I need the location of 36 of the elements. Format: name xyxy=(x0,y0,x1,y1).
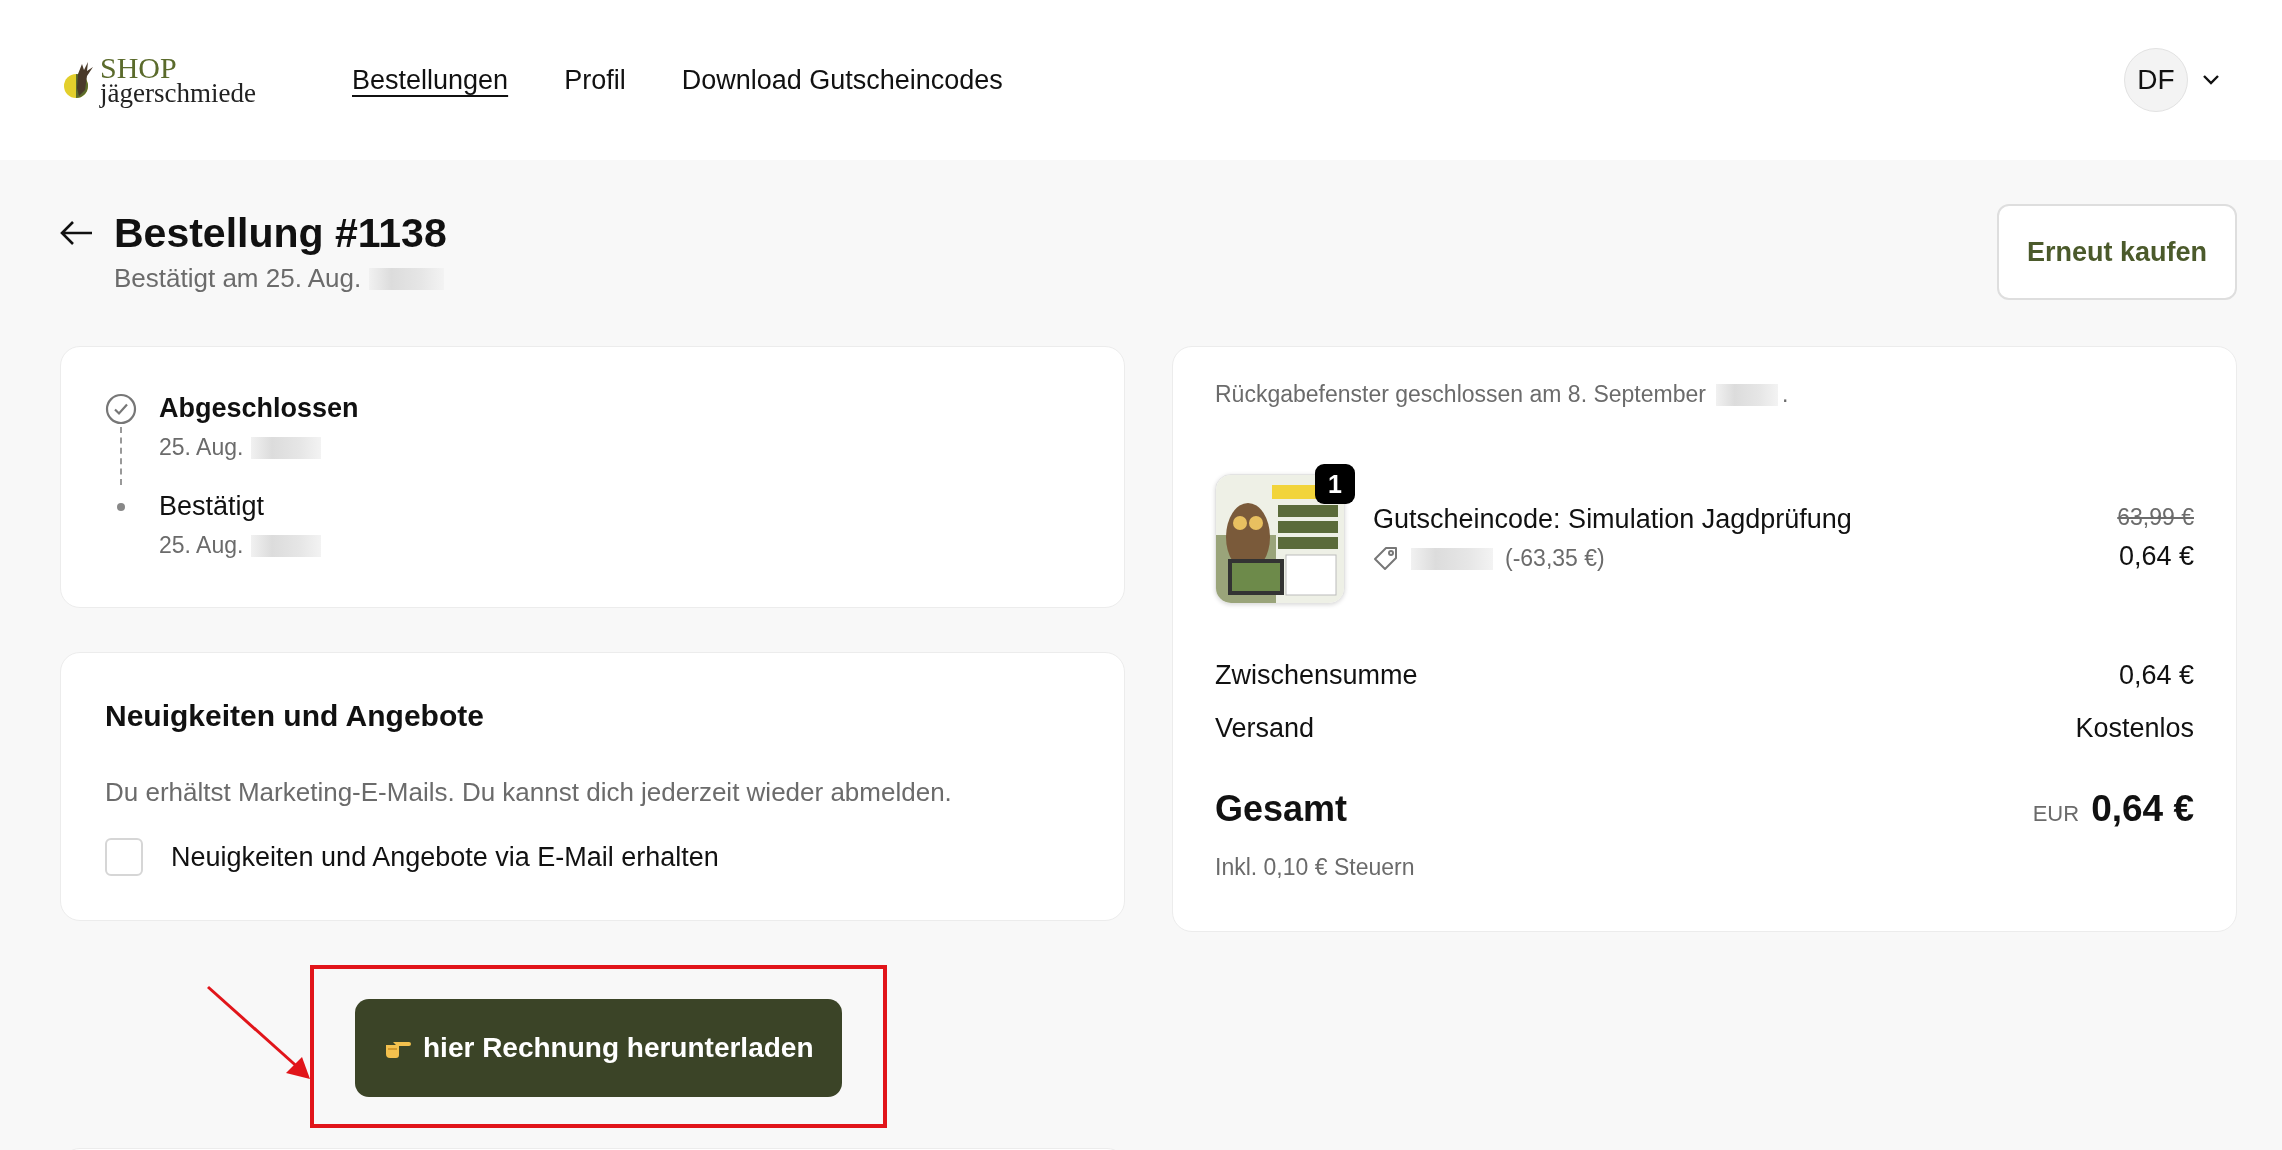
summary-label: Zwischensumme xyxy=(1215,660,1418,691)
status-label: Bestätigt xyxy=(159,491,266,522)
card-title: Neuigkeiten und Angebote xyxy=(105,699,485,733)
download-invoice-button[interactable]: hier Rechnung herunterladen xyxy=(355,999,842,1097)
nav-link[interactable]: Download Gutscheincodes xyxy=(681,64,1003,96)
checkbox-label: Neuigkeiten und Angebote via E-Mail erhalten xyxy=(171,841,719,873)
newsletter-description: Du erhältst Marketing-E-Mails. Du kannst dich jederzeit wieder abmelden. xyxy=(105,777,953,808)
total-value: 0,64 € xyxy=(2091,788,2194,830)
buy-again-button[interactable]: Erneut kaufen xyxy=(1996,204,2237,300)
status-label: Abgeschlossen xyxy=(159,393,360,424)
total-label: Gesamt xyxy=(1215,788,1348,830)
nav-link[interactable]: Profil xyxy=(564,64,626,96)
tax-note: Inkl. 0,10 € Steuern xyxy=(1215,854,1415,880)
summary-value: Kostenlos xyxy=(2075,713,2194,744)
back-arrow-icon[interactable] xyxy=(60,220,94,246)
status-date: 25. Aug. xyxy=(159,532,1080,559)
account-avatar[interactable]: DF xyxy=(2124,48,2188,112)
logo-text: jägerschmiede xyxy=(100,81,256,106)
logo-text: SHOP xyxy=(100,54,177,82)
discount-amount: (-63,35 €) xyxy=(1505,545,1605,572)
return-note: Rückgabefenster geschlossen am 8. September . xyxy=(1215,381,1789,408)
summary-label: Versand xyxy=(1215,713,1315,744)
order-subtitle: Bestätigt am 25. Aug. xyxy=(114,263,447,294)
chevron-down-icon[interactable] xyxy=(2202,74,2220,86)
checkbox[interactable] xyxy=(105,838,143,876)
nav-link[interactable]: Bestellungen xyxy=(352,64,509,96)
summary-value: 0,64 € xyxy=(2118,660,2194,691)
original-price: 63,99 € xyxy=(2117,504,2194,531)
product-price: 0,64 € xyxy=(2118,541,2194,572)
order-title: Bestellung #1138 xyxy=(114,210,447,257)
product-name: Gutscheincode: Simulation Jagdprüfung xyxy=(1373,504,1853,535)
deer-logo-icon xyxy=(62,60,96,100)
quantity-badge: 1 xyxy=(1315,464,1355,504)
status-date: 25. Aug. xyxy=(159,434,1080,461)
currency-code: EUR xyxy=(2032,801,2080,827)
tag-icon xyxy=(1373,545,1399,572)
